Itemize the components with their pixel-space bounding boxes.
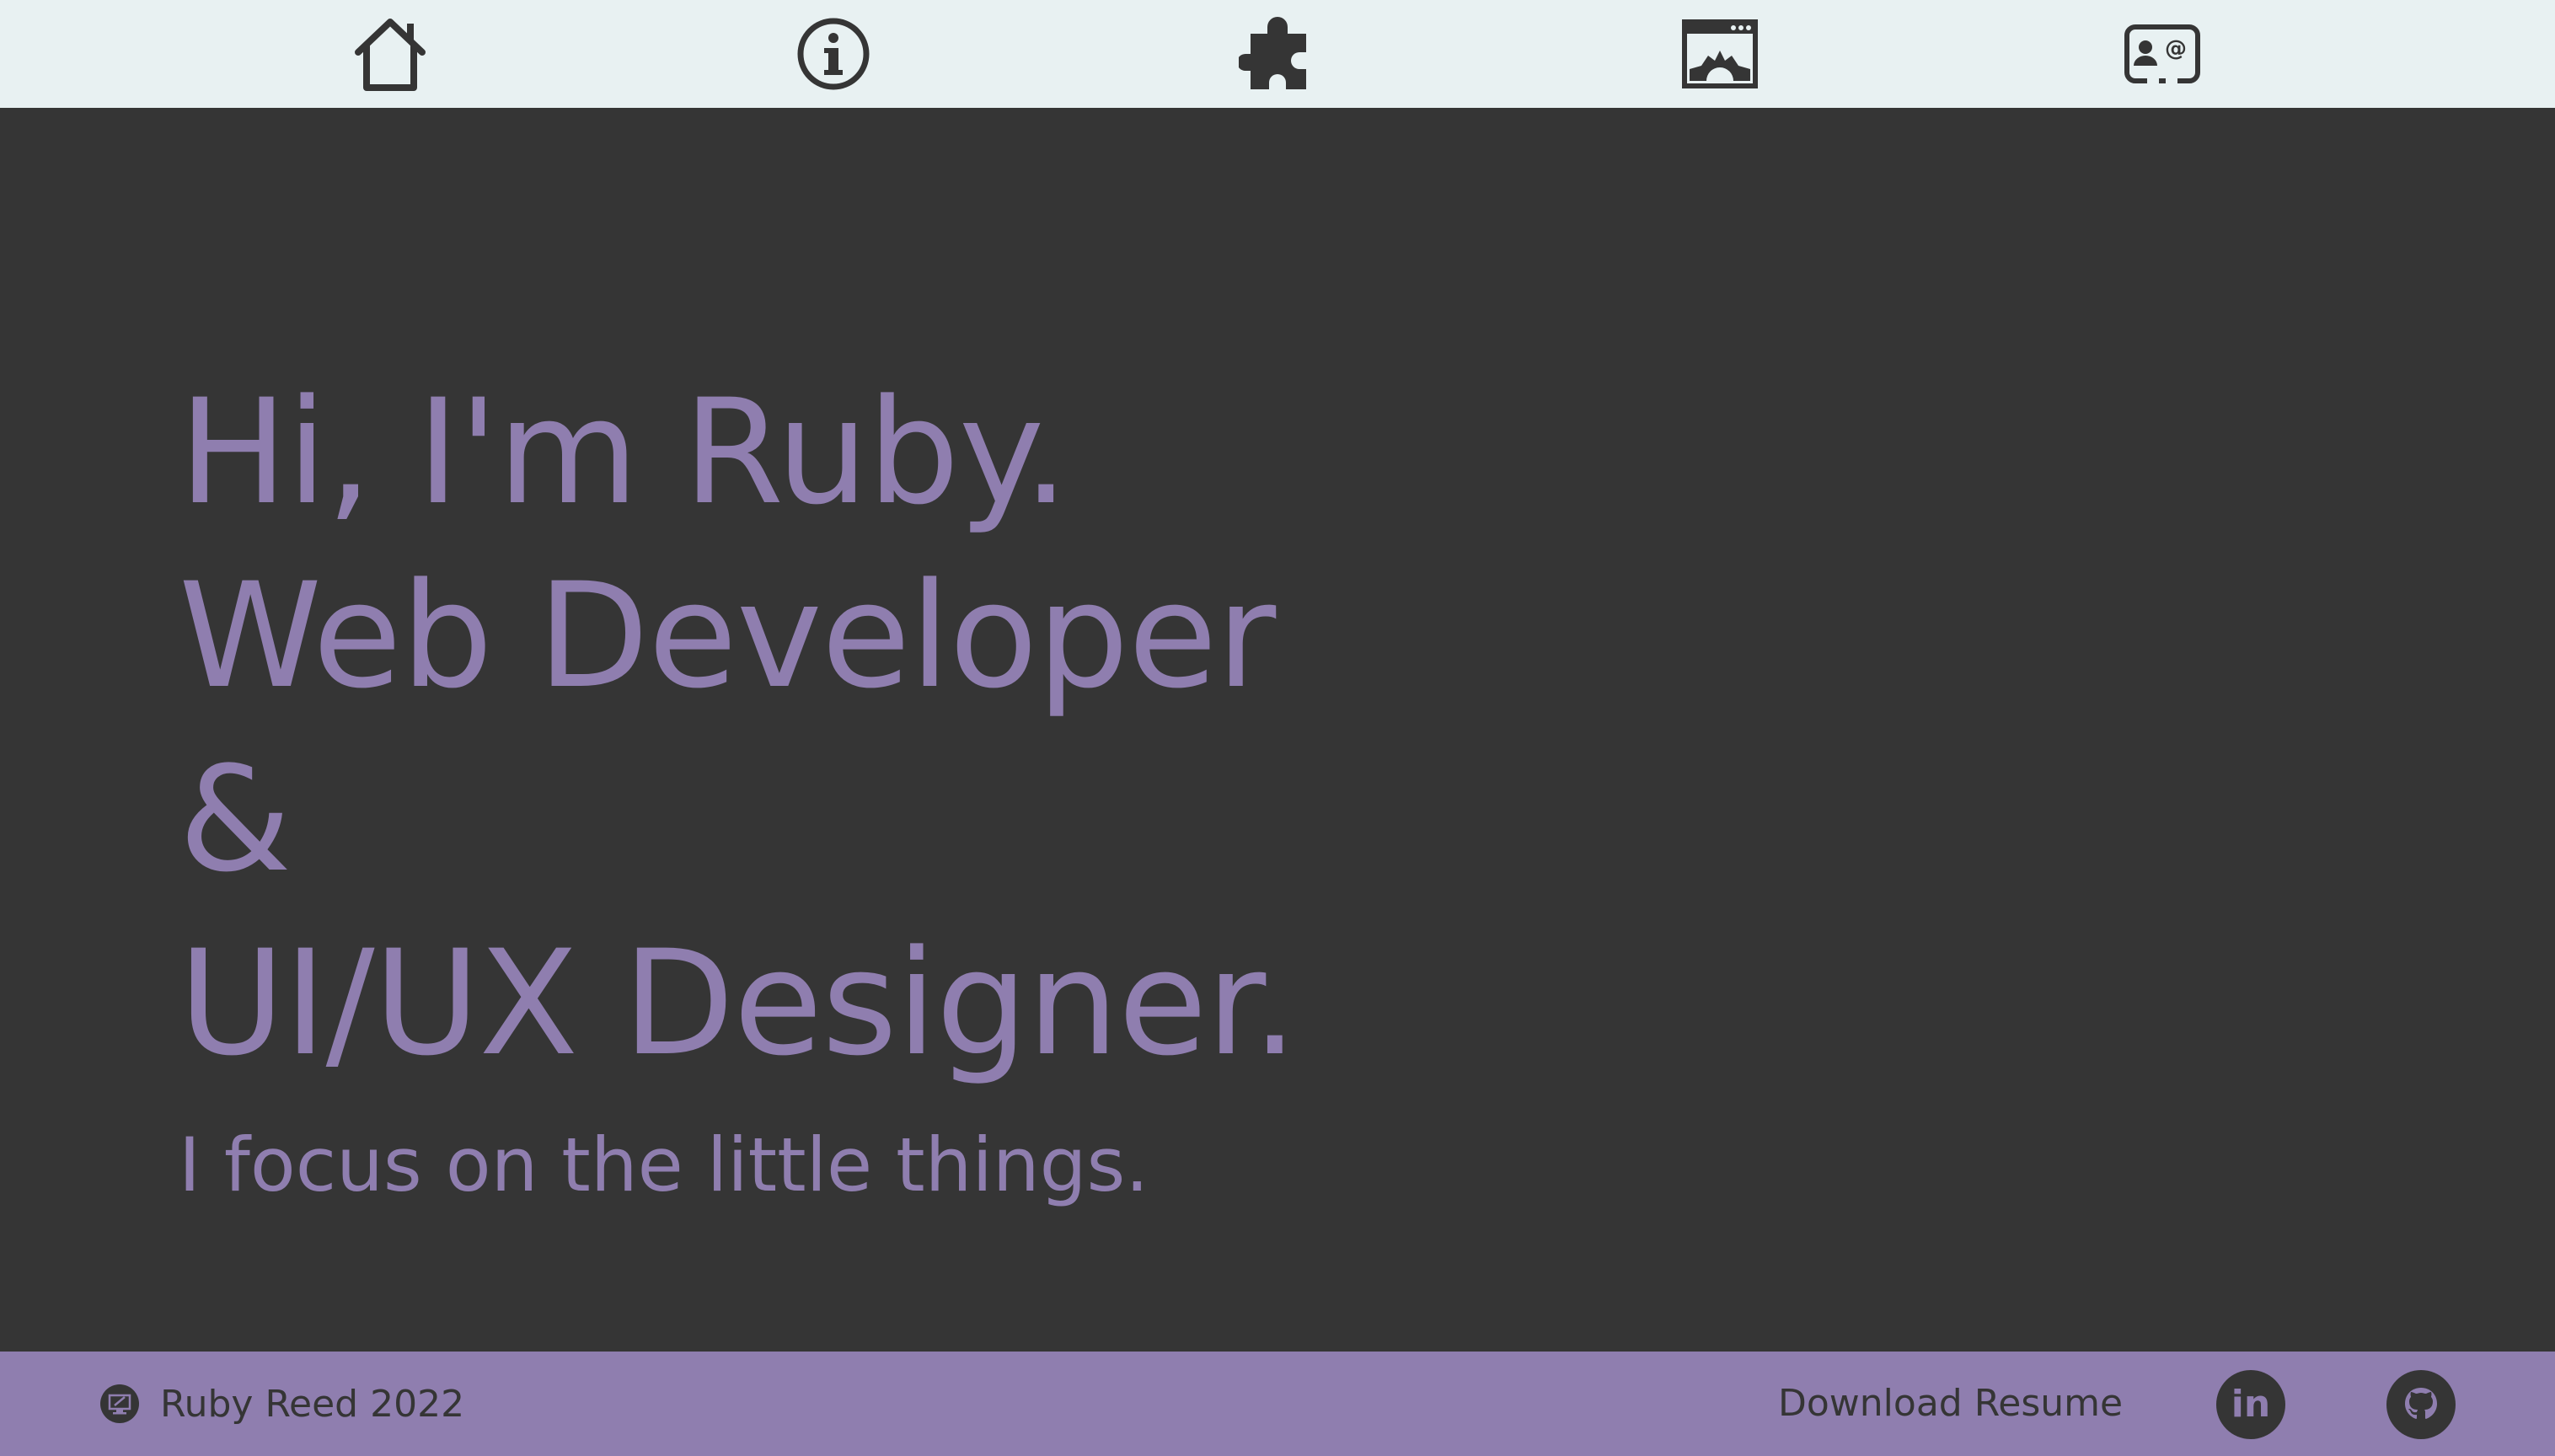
nav-home[interactable]	[348, 12, 432, 96]
headline-line-role-designer: UI/UX Designer.	[179, 918, 1298, 1088]
hero-headline: Hi, I'm Ruby. Web Developer & UI/UX Desi…	[179, 361, 1298, 1095]
svg-text:@: @	[2165, 36, 2187, 62]
nav-about[interactable]	[791, 12, 876, 96]
linkedin-button[interactable]: in	[2216, 1370, 2285, 1439]
info-icon	[797, 18, 870, 90]
contact-card-icon: @	[2124, 24, 2200, 84]
hero-section: Hi, I'm Ruby. Web Developer & UI/UX Desi…	[0, 108, 2555, 1352]
portfolio-window-icon	[1682, 19, 1758, 88]
linkedin-icon: in	[2231, 1383, 2271, 1426]
github-button[interactable]	[2386, 1370, 2456, 1439]
headline-line-role-developer: Web Developer	[179, 551, 1276, 720]
hero-tagline: I focus on the little things.	[179, 1121, 1149, 1208]
headline-line-ampersand: &	[179, 735, 292, 904]
puzzle-icon	[1239, 17, 1306, 89]
home-icon	[355, 19, 426, 91]
copyright-text: Ruby Reed 2022	[160, 1382, 465, 1426]
monitor-badge-icon	[100, 1384, 139, 1423]
footer: Ruby Reed 2022 Download Resume in	[0, 1352, 2555, 1456]
nav-contact[interactable]: @	[2120, 12, 2204, 96]
github-icon	[2405, 1388, 2437, 1419]
download-resume-link[interactable]: Download Resume	[1778, 1378, 2123, 1429]
nav-skills[interactable]	[1235, 12, 1320, 96]
headline-line-greeting: Hi, I'm Ruby.	[179, 367, 1069, 537]
top-navigation: @	[0, 0, 2555, 108]
copyright: Ruby Reed 2022	[99, 1378, 464, 1429]
nav-projects[interactable]	[1678, 12, 1762, 96]
